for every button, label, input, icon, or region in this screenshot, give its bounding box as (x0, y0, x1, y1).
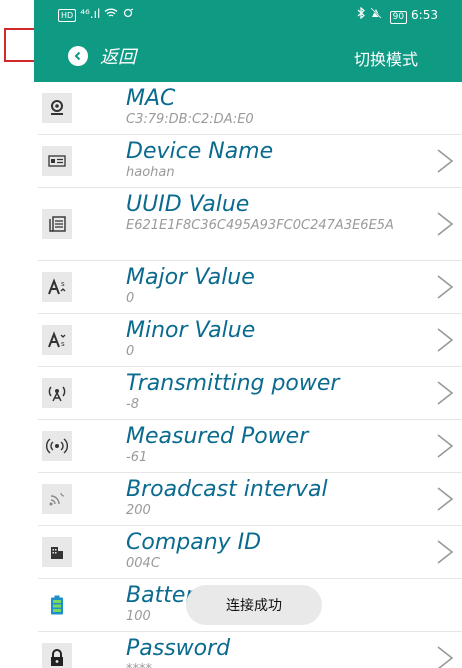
status-bar: HD ⁴⁶.ıl 90 6:53 (34, 0, 462, 30)
status-time: 6:53 (411, 8, 438, 22)
item-value: E621E1F8C36C495A93FC0C247A3E6E5A (126, 218, 394, 233)
item-title: Broadcast interval (126, 477, 328, 502)
item-value: 200 (126, 503, 151, 518)
switch-mode-button[interactable]: 切换模式 (354, 46, 418, 70)
id-card-icon (42, 146, 72, 176)
chevron-left-icon (68, 46, 88, 66)
chevron-right-icon (430, 485, 458, 513)
item-value: 100 (126, 609, 151, 624)
building-icon (42, 537, 72, 567)
list-item-device-name[interactable]: Device Name haohan (38, 135, 462, 188)
list-item-broadcast-interval[interactable]: Broadcast interval 200 (38, 473, 462, 526)
highlight-annotation (4, 28, 34, 62)
chevron-right-icon (430, 379, 458, 407)
chevron-right-icon (430, 326, 458, 354)
lock-icon (42, 643, 72, 668)
item-value: -8 (126, 397, 139, 412)
item-title: Transmitting power (126, 371, 340, 396)
item-title: Company ID (126, 530, 262, 555)
battery-icon (42, 590, 72, 620)
svg-text:s: s (61, 340, 65, 348)
chevron-right-icon (430, 644, 458, 668)
wifi-icon (104, 7, 122, 21)
item-value: **** (126, 662, 152, 668)
item-title: Measured Power (126, 424, 309, 449)
item-value: -61 (126, 450, 148, 465)
mute-icon (370, 7, 386, 22)
back-button[interactable]: 返回 (68, 42, 136, 70)
bluetooth-icon (357, 6, 370, 22)
list-item-mac[interactable]: MAC C3:79:DB:C2:DA:E0 (38, 82, 462, 135)
chevron-right-icon (430, 538, 458, 566)
item-value: C3:79:DB:C2:DA:E0 (126, 112, 254, 127)
item-title: Minor Value (126, 318, 256, 343)
list-item-transmitting-power[interactable]: Transmitting power -8 (38, 367, 462, 420)
location-pin-icon (42, 93, 72, 123)
signal-waves-icon (42, 431, 72, 461)
antenna-icon (42, 378, 72, 408)
item-value: 0 (126, 344, 135, 359)
item-value: 004C (126, 556, 160, 571)
text-size-down-icon: s (42, 325, 72, 355)
list-item-minor[interactable]: s Minor Value 0 (38, 314, 462, 367)
hd-badge: HD (58, 9, 77, 22)
app-bar: 返回 切换模式 (34, 30, 462, 82)
item-title: Password (126, 636, 231, 661)
sync-icon (122, 7, 134, 21)
status-left: HD ⁴⁶.ıl (58, 7, 134, 22)
battery-indicator: 90 (389, 11, 408, 24)
text-size-up-icon: s (42, 272, 72, 302)
svg-text:s: s (61, 280, 65, 288)
phone-screen: HD ⁴⁶.ıl 90 6:53 返回 切换模式 MAC C3:79:DB:C2… (34, 0, 462, 668)
toast-message: 连接成功 (186, 585, 322, 625)
item-title: Device Name (126, 139, 274, 164)
property-list: MAC C3:79:DB:C2:DA:E0 Device Name haohan… (38, 82, 462, 668)
broadcast-icon (42, 484, 72, 514)
chevron-right-icon (430, 273, 458, 301)
document-icon (42, 209, 72, 239)
item-title: MAC (126, 86, 176, 111)
list-item-password[interactable]: Password **** (38, 632, 462, 668)
back-label: 返回 (100, 47, 136, 68)
item-value: haohan (126, 165, 175, 180)
status-right: 90 6:53 (357, 6, 438, 24)
list-item-company-id[interactable]: Company ID 004C (38, 526, 462, 579)
list-item-measured-power[interactable]: Measured Power -61 (38, 420, 462, 473)
item-title: Major Value (126, 265, 255, 290)
chevron-right-icon (430, 210, 458, 238)
item-title: UUID Value (126, 192, 250, 217)
list-item-uuid[interactable]: UUID Value E621E1F8C36C495A93FC0C247A3E6… (38, 188, 462, 261)
chevron-right-icon (430, 147, 458, 175)
list-item-major[interactable]: s Major Value 0 (38, 261, 462, 314)
item-value: 0 (126, 291, 135, 306)
chevron-right-icon (430, 432, 458, 460)
network-signal: ⁴⁶.ıl (80, 7, 101, 21)
